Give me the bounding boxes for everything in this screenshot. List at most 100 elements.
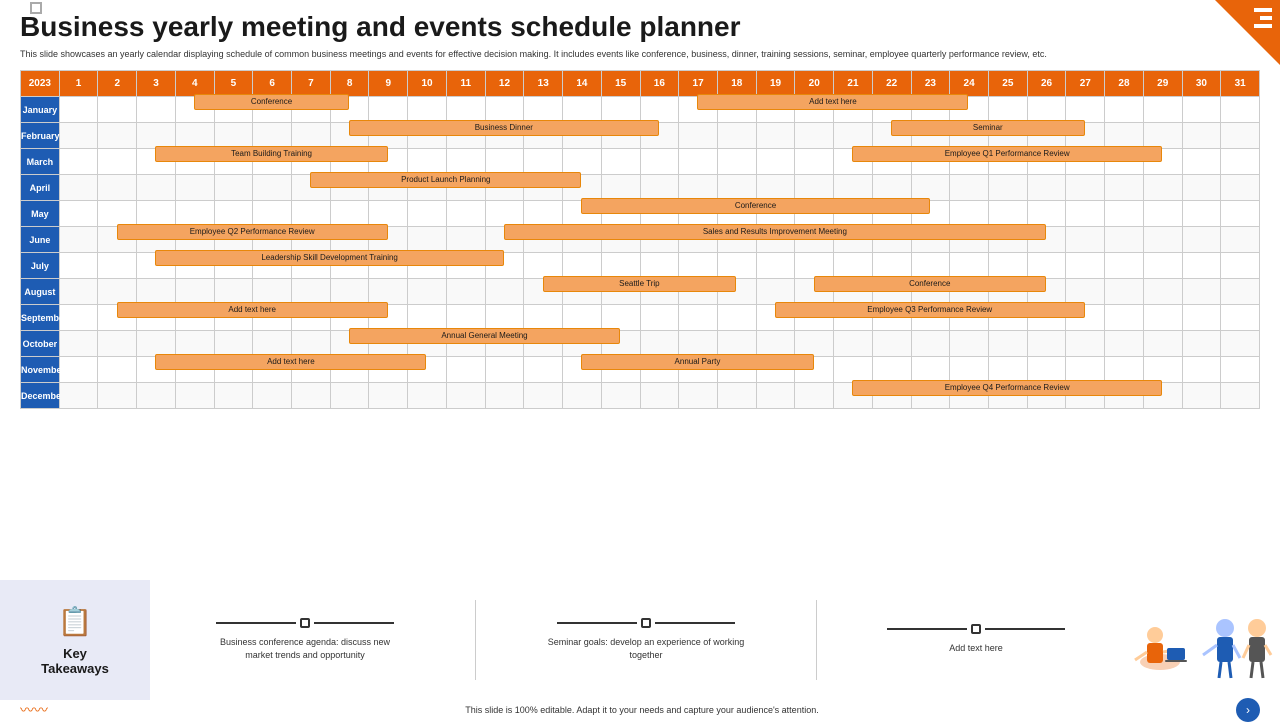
line-bar-left-2: [557, 622, 637, 624]
cell-october-6: [253, 331, 292, 357]
cell-november-2: [98, 357, 137, 383]
cell-december-27: [1066, 383, 1105, 409]
cell-august-19: [756, 279, 795, 305]
cell-december-2: [98, 383, 137, 409]
cell-april-2: [98, 175, 137, 201]
cell-february-15: [601, 123, 640, 149]
cell-april-22: [872, 175, 911, 201]
takeaway-item-3: Add text here: [887, 624, 1065, 656]
cell-october-7: [292, 331, 331, 357]
cell-december-3: [137, 383, 176, 409]
cell-august-26: [1027, 279, 1066, 305]
cell-may-20: [795, 201, 834, 227]
cell-january-31: [1221, 97, 1260, 123]
cell-january-22: [872, 97, 911, 123]
day-header-23: 23: [911, 71, 950, 97]
cell-december-19: [756, 383, 795, 409]
cell-december-4: [175, 383, 214, 409]
cell-june-17: [679, 227, 718, 253]
cell-june-18: [717, 227, 756, 253]
cell-june-2: [98, 227, 137, 253]
cell-february-13: [524, 123, 563, 149]
cell-march-22: [872, 149, 911, 175]
cell-october-30: [1182, 331, 1221, 357]
cell-april-23: [911, 175, 950, 201]
cell-november-6: [253, 357, 292, 383]
cell-april-5: [214, 175, 253, 201]
cell-november-16: [640, 357, 679, 383]
cell-may-5: [214, 201, 253, 227]
cell-march-3: [137, 149, 176, 175]
cell-january-13: [524, 97, 563, 123]
cell-november-19: [756, 357, 795, 383]
cell-september-4: [175, 305, 214, 331]
cell-march-8: [330, 149, 369, 175]
cell-october-13: [524, 331, 563, 357]
month-cell-january: January: [21, 97, 60, 123]
cell-june-9: [369, 227, 408, 253]
cell-july-15: [601, 253, 640, 279]
cell-february-1: [59, 123, 98, 149]
day-header-30: 30: [1182, 71, 1221, 97]
cell-july-23: [911, 253, 950, 279]
cell-december-10: [408, 383, 447, 409]
cell-may-17: [679, 201, 718, 227]
cell-july-18: [717, 253, 756, 279]
month-cell-november: November: [21, 357, 60, 383]
day-header-22: 22: [872, 71, 911, 97]
cell-december-16: [640, 383, 679, 409]
cell-november-24: [950, 357, 989, 383]
cell-february-5: [214, 123, 253, 149]
cell-september-14: [563, 305, 602, 331]
day-header-27: 27: [1066, 71, 1105, 97]
takeaway-text-2: Seminar goals: develop an experience of …: [546, 636, 746, 663]
cell-september-10: [408, 305, 447, 331]
cell-march-13: [524, 149, 563, 175]
blue-circle-button[interactable]: ›: [1236, 698, 1260, 722]
cell-november-22: [872, 357, 911, 383]
calendar-container: 2023 1 2 3 4 5 6 7 8 9 10 11 12 13 14 15…: [0, 70, 1280, 409]
cell-july-24: [950, 253, 989, 279]
bottom-bar: 〰〰 This slide is 100% editable. Adapt it…: [0, 700, 1280, 720]
cell-march-26: [1027, 149, 1066, 175]
day-header-25: 25: [988, 71, 1027, 97]
cell-august-4: [175, 279, 214, 305]
cell-may-28: [1105, 201, 1144, 227]
cell-june-1: [59, 227, 98, 253]
cell-november-5: [214, 357, 253, 383]
cell-october-26: [1027, 331, 1066, 357]
takeaway-item-2: Seminar goals: develop an experience of …: [546, 618, 746, 663]
cell-december-8: [330, 383, 369, 409]
cell-august-29: [1143, 279, 1182, 305]
page-title: Business yearly meeting and events sched…: [20, 10, 1260, 44]
cell-april-19: [756, 175, 795, 201]
takeaway-text-1: Business conference agenda: discuss new …: [205, 636, 405, 663]
calendar-header-row: 2023 1 2 3 4 5 6 7 8 9 10 11 12 13 14 15…: [21, 71, 1260, 97]
cell-august-2: [98, 279, 137, 305]
cell-december-6: [253, 383, 292, 409]
cell-january-16: [640, 97, 679, 123]
cell-march-31: [1221, 149, 1260, 175]
cell-december-5: [214, 383, 253, 409]
cell-january-17: [679, 97, 718, 123]
cell-october-9: [369, 331, 408, 357]
cell-november-7: [292, 357, 331, 383]
cell-february-26: [1027, 123, 1066, 149]
cell-december-9: [369, 383, 408, 409]
cell-october-2: [98, 331, 137, 357]
cell-january-19: [756, 97, 795, 123]
day-header-26: 26: [1027, 71, 1066, 97]
cell-march-29: [1143, 149, 1182, 175]
cell-august-5: [214, 279, 253, 305]
cell-november-30: [1182, 357, 1221, 383]
dot-3: [971, 624, 981, 634]
cell-january-6: [253, 97, 292, 123]
cell-march-2: [98, 149, 137, 175]
cell-march-24: [950, 149, 989, 175]
cell-may-29: [1143, 201, 1182, 227]
cell-may-3: [137, 201, 176, 227]
cell-may-30: [1182, 201, 1221, 227]
cell-july-22: [872, 253, 911, 279]
cell-january-30: [1182, 97, 1221, 123]
cell-january-1: [59, 97, 98, 123]
